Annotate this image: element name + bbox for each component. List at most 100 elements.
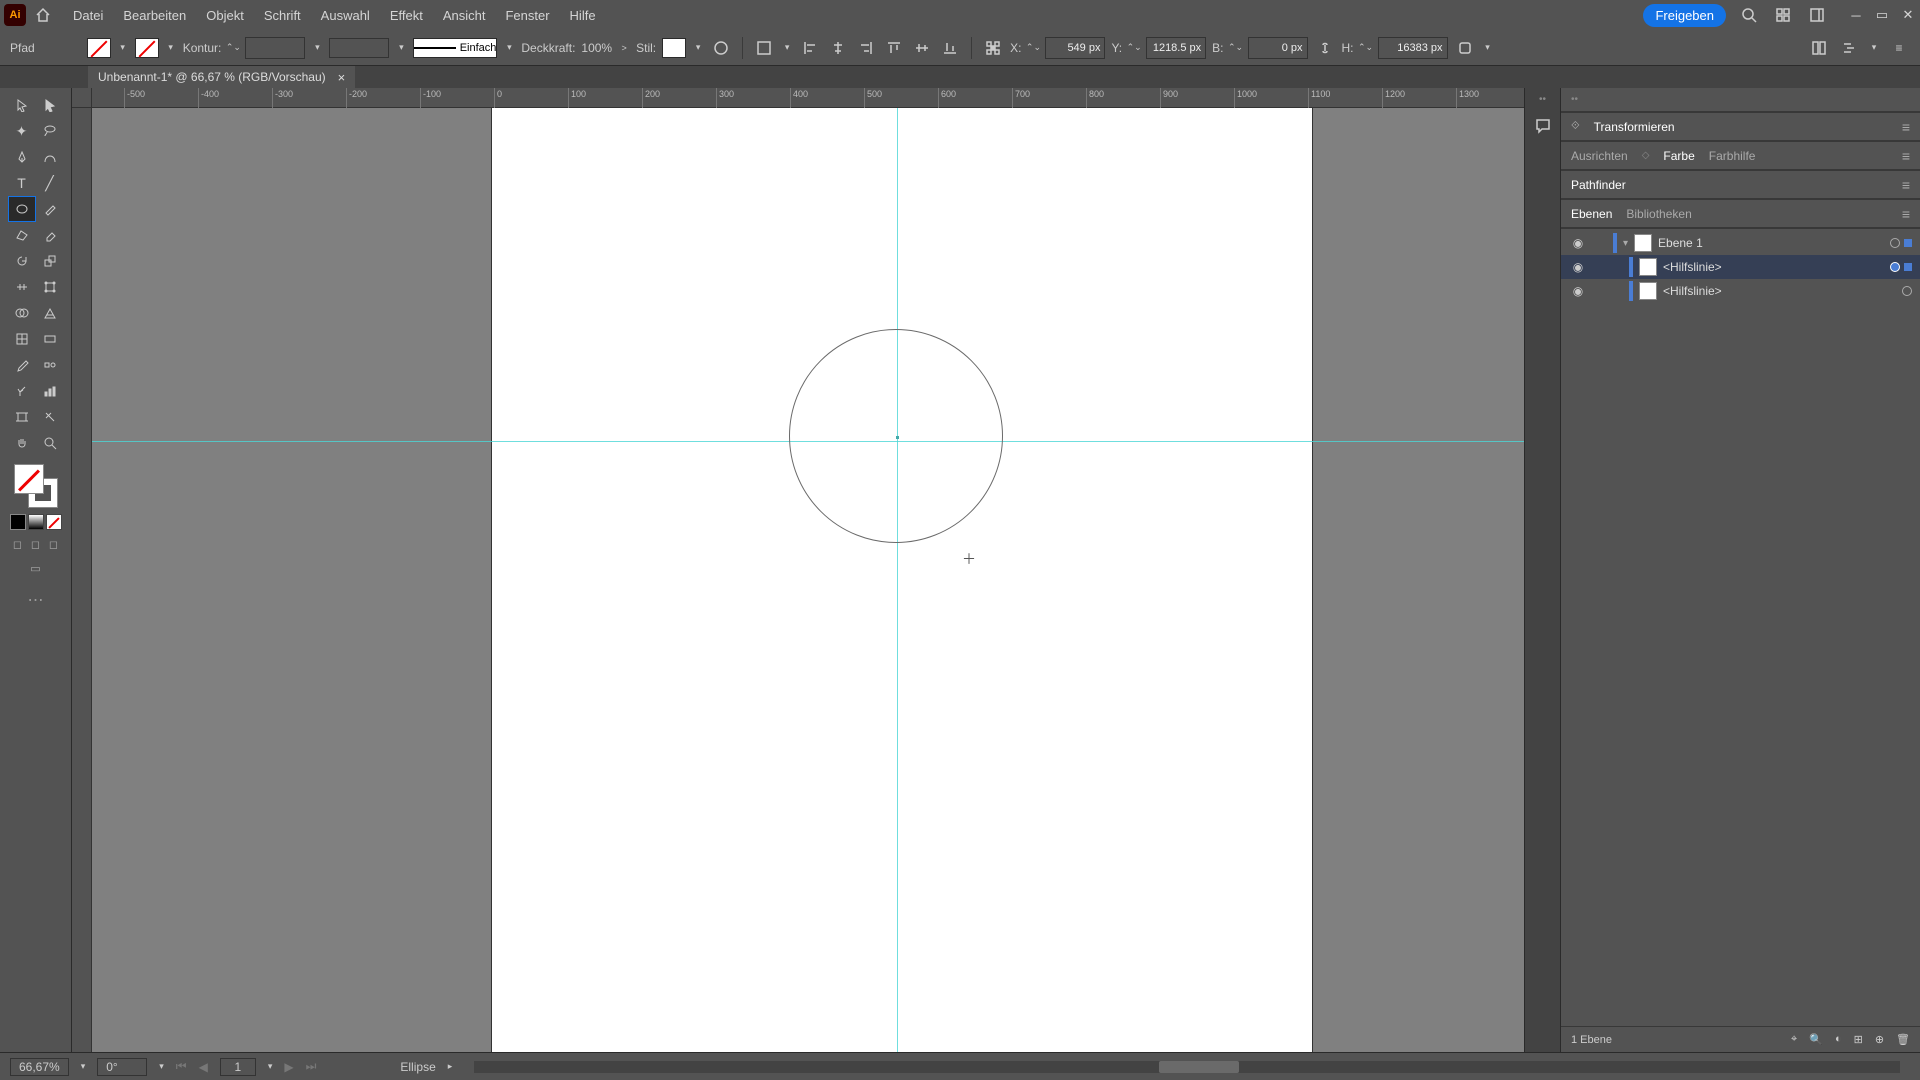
panel-menu-icon[interactable]: ≡ [1902,206,1910,222]
magic-wand-tool[interactable]: ✦ [8,118,36,144]
new-sublayer-icon[interactable]: ⊞ [1854,1033,1863,1046]
scrollbar-horizontal[interactable] [474,1061,1900,1073]
eraser-tool[interactable] [36,222,64,248]
artboard-nav-last-icon[interactable]: ⏭ [306,1059,317,1074]
pen-tool[interactable] [8,144,36,170]
status-dropdown-icon[interactable]: ▸ [448,1061,453,1072]
y-input[interactable]: 1218.5 px [1146,37,1206,59]
brush-profile[interactable]: Einfach [413,38,497,58]
locate-layer-icon[interactable]: ⌖ [1791,1033,1797,1046]
width-tool[interactable] [8,274,36,300]
x-input[interactable]: 549 px [1045,37,1105,59]
ellipse-tool[interactable] [8,196,36,222]
panel-menu-icon[interactable]: ≡ [1888,37,1910,59]
share-button[interactable]: Freigeben [1643,4,1726,27]
ebenen-tab[interactable]: Ebenen [1571,207,1612,221]
search-icon[interactable] [1738,4,1760,26]
menu-schrift[interactable]: Schrift [255,4,310,27]
home-icon[interactable] [32,4,54,26]
arrange-icon[interactable] [1772,4,1794,26]
maximize-icon[interactable]: ▭ [1874,7,1890,23]
visibility-icon[interactable]: ◉ [1569,260,1587,274]
expand-icon[interactable]: ▾ [1623,238,1628,249]
farbe-tab[interactable]: Farbe [1663,149,1694,163]
menu-objekt[interactable]: Objekt [197,4,253,27]
lasso-tool[interactable] [36,118,64,144]
zoom-dropdown-icon[interactable]: ▾ [81,1061,86,1072]
pathfinder-tab[interactable]: Pathfinder [1571,178,1626,192]
zoom-tool[interactable] [36,430,64,456]
fill-box[interactable] [14,464,44,494]
gradient-color-icon[interactable] [28,514,44,530]
layer-row[interactable]: ◉ ▾ Ebene 1 [1561,231,1920,255]
align-hcenter-icon[interactable] [827,37,849,59]
gradient-tool[interactable] [36,326,64,352]
draw-inside-icon[interactable]: ◻ [46,536,62,552]
align-vcenter-icon[interactable] [911,37,933,59]
recolor-icon[interactable] [710,37,732,59]
bibliotheken-tab[interactable]: Bibliotheken [1626,207,1691,221]
transform-panel-tab[interactable]: ⟐ Transformieren ≡ [1561,113,1920,141]
panel-menu-icon[interactable]: ≡ [1902,177,1910,193]
stroke-swatch[interactable] [135,38,159,58]
artboard-nav-next-icon[interactable]: ▶ [284,1060,293,1074]
draw-behind-icon[interactable]: ◻ [28,536,44,552]
artboard-tool[interactable] [8,404,36,430]
free-transform-tool[interactable] [36,274,64,300]
target-icon[interactable] [1890,262,1900,272]
canvas-stage[interactable]: ＋ [92,108,1524,1052]
symbol-sprayer-tool[interactable] [8,378,36,404]
menu-ansicht[interactable]: Ansicht [434,4,495,27]
tab-close-icon[interactable]: × [338,70,346,85]
menu-datei[interactable]: Datei [64,4,112,27]
direct-selection-tool[interactable] [36,92,64,118]
paintbrush-tool[interactable] [36,196,64,222]
layer-sub-row[interactable]: ◉ <Hilfslinie> [1561,255,1920,279]
scale-tool[interactable] [36,248,64,274]
rotate-value[interactable]: 0° [97,1058,147,1076]
y-stepper-icon[interactable]: ⌃⌄ [1128,39,1140,57]
solid-color-icon[interactable] [10,514,26,530]
none-color-icon[interactable] [46,514,62,530]
sublayer-name[interactable]: <Hilfslinie> [1663,260,1722,274]
isolate-icon[interactable] [1808,37,1830,59]
layer-sub-row[interactable]: ◉ <Hilfslinie> [1561,279,1920,303]
screen-mode-icon[interactable]: ▭ [28,560,44,576]
transformieren-tab[interactable]: Transformieren [1594,120,1675,134]
align-bottom-icon[interactable] [939,37,961,59]
fill-dropdown-icon[interactable]: ▾ [117,39,129,57]
curvature-tool[interactable] [36,144,64,170]
link-wh-icon[interactable] [1314,37,1336,59]
selection-tool[interactable] [8,92,36,118]
variable-width-profile[interactable] [329,38,389,58]
slice-tool[interactable] [36,404,64,430]
blend-tool[interactable] [36,352,64,378]
brush-dropdown-icon[interactable]: ▾ [503,39,515,57]
visibility-icon[interactable]: ◉ [1569,236,1587,250]
menu-bearbeiten[interactable]: Bearbeiten [114,4,195,27]
mesh-tool[interactable] [8,326,36,352]
vertical-ruler[interactable] [72,108,92,1052]
transform-ref-icon[interactable] [982,37,1004,59]
align-doc-icon[interactable] [753,37,775,59]
artboard-dropdown-icon[interactable]: ▾ [268,1061,273,1072]
ausrichten-tab[interactable]: Ausrichten [1571,149,1628,163]
shape-props-icon[interactable] [1454,37,1476,59]
pathfinder-panel-tab[interactable]: Pathfinder ≡ [1561,171,1920,199]
toolbox-more-icon[interactable]: ⋯ [28,590,44,610]
delete-layer-icon[interactable]: 🗑 [1896,1033,1910,1046]
horizontal-ruler[interactable]: -500 -400 -300 -200 -100 0 100 200 300 4… [92,88,1524,108]
align-to-dropdown-icon[interactable]: ▾ [781,39,793,57]
style-dropdown-icon[interactable]: ▾ [692,39,704,57]
perspective-tool[interactable] [36,300,64,326]
sublayer-name[interactable]: <Hilfslinie> [1663,284,1722,298]
artboard-nav-prev-icon[interactable]: ◀ [199,1060,208,1074]
vertical-guide[interactable] [897,108,898,1052]
h-input[interactable]: 16383 px [1378,37,1448,59]
mask-icon[interactable]: ◐ [1835,1033,1842,1046]
new-layer-icon[interactable]: ⊕ [1875,1033,1884,1046]
menu-auswahl[interactable]: Auswahl [312,4,379,27]
target-icon[interactable] [1890,238,1900,248]
deckkraft-value[interactable]: 100% [581,41,612,55]
draw-normal-icon[interactable]: ◻ [10,536,26,552]
